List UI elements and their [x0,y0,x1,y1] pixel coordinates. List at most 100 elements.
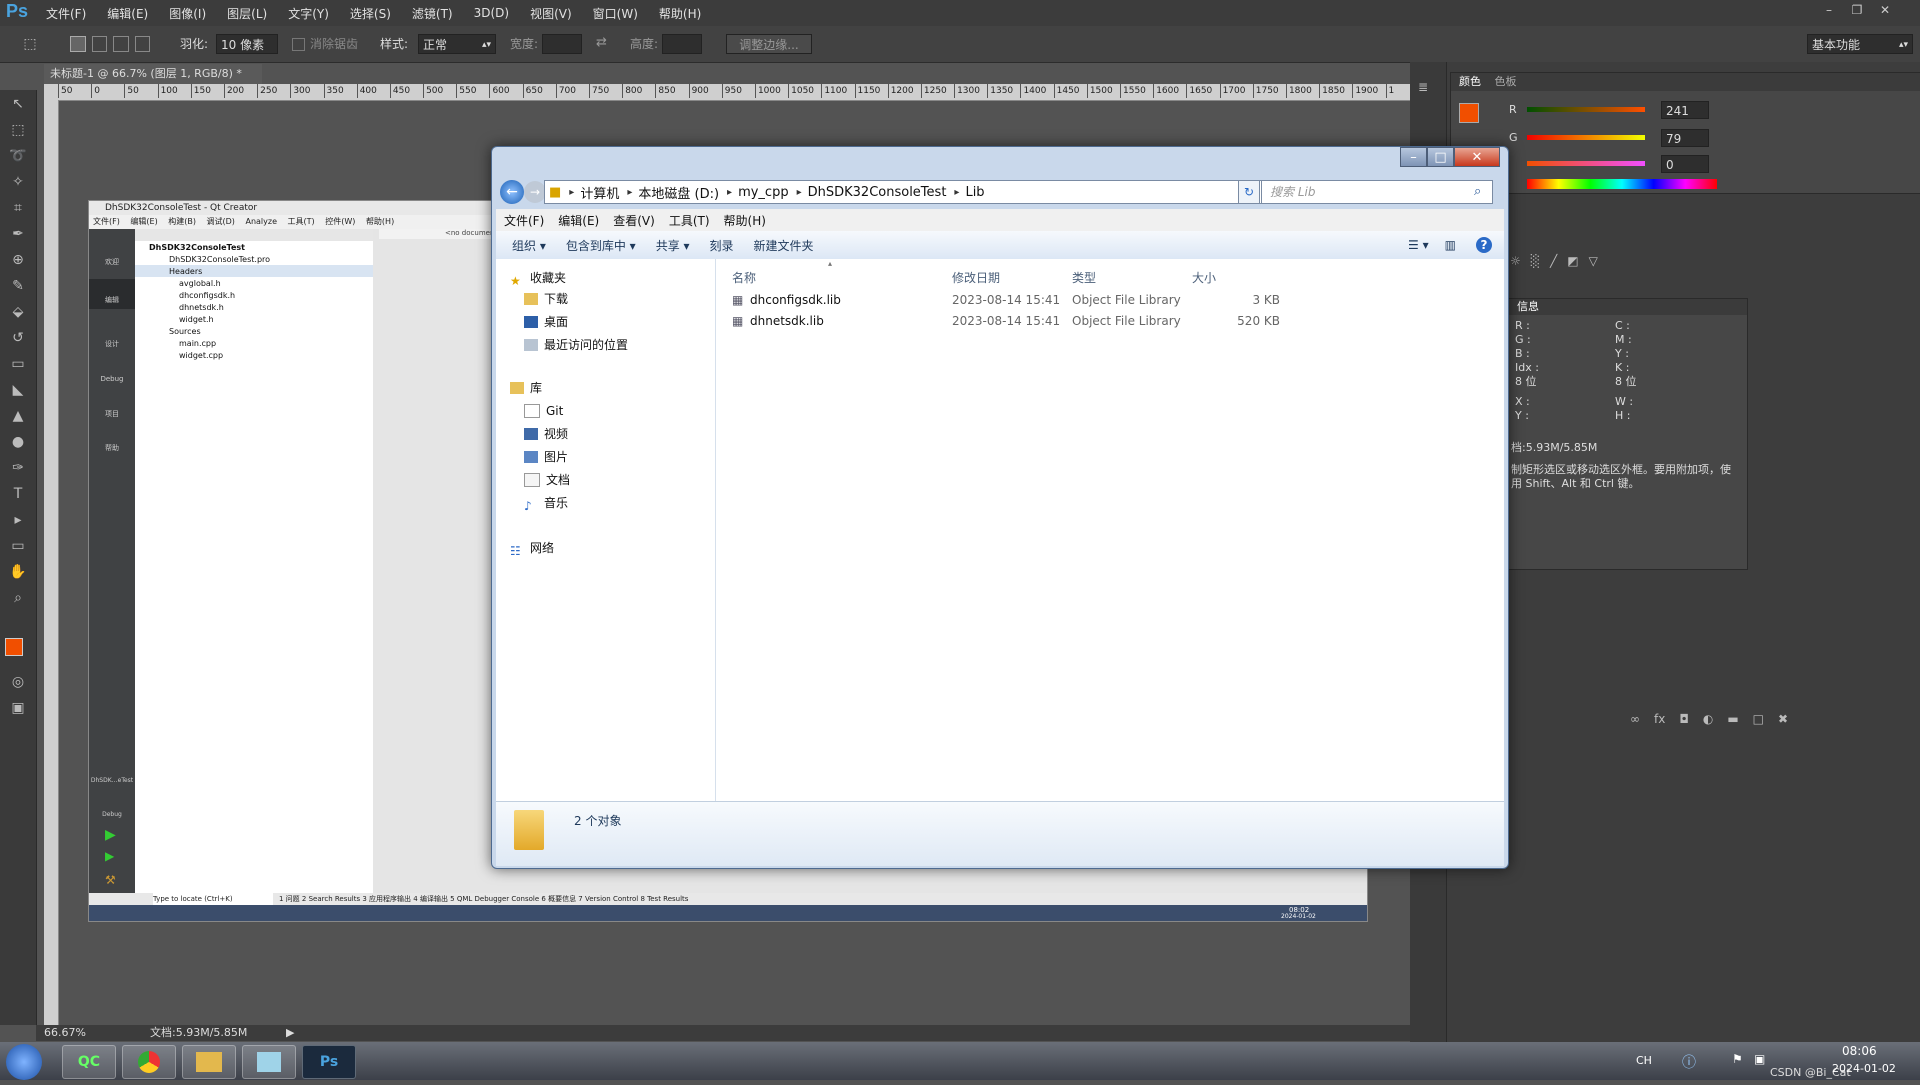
antialias-checkbox[interactable] [292,38,305,51]
g-slider[interactable] [1527,135,1645,140]
style-select[interactable]: 正常 ▴▾ [418,34,496,54]
flag-tray-icon[interactable]: ⚑ [1732,1052,1743,1066]
eyedropper-tool-icon[interactable]: ✒ [8,224,28,244]
include-in-library-button[interactable]: 包含到库中 ▾ [566,237,636,254]
eraser-tool-icon[interactable]: ▭ [8,354,28,374]
levels-icon[interactable]: ░ [1531,254,1540,274]
clock-date[interactable]: 2024-01-02 [1832,1062,1896,1075]
menu-image[interactable]: 图像(I) [169,5,206,22]
menu-help[interactable]: 帮助(H) [659,5,701,22]
menu-type[interactable]: 文字(Y) [288,5,329,22]
help-icon[interactable]: ? [1476,237,1492,253]
input-language[interactable]: CH [1636,1054,1652,1067]
status-arrow-icon[interactable]: ▶ [286,1025,294,1041]
taskbar-qtcreator[interactable]: QC [62,1045,116,1079]
adjustment-layer-icon[interactable]: ◐ [1703,712,1713,728]
nav-recent[interactable]: 最近访问的位置 [524,336,628,354]
swap-icon[interactable]: ⇄ [596,35,607,50]
nav-git[interactable]: Git [524,402,563,420]
tab-swatches[interactable]: 色板 [1495,75,1517,88]
maximize-icon[interactable]: □ [1427,147,1454,167]
workspace-select[interactable]: 基本功能 ▴▾ [1807,34,1913,54]
foreground-color-swatch[interactable] [5,638,23,656]
stamp-tool-icon[interactable]: ⬙ [8,302,28,322]
menu-layer[interactable]: 图层(L) [227,5,267,22]
hand-tool-icon[interactable]: ✋ [8,562,28,582]
menu-view[interactable]: 视图(V) [530,5,572,22]
menu-file[interactable]: 文件(F) [504,212,544,229]
brightness-icon[interactable]: ☼ [1510,254,1521,274]
taskbar-explorer[interactable] [182,1045,236,1079]
zoom-tool-icon[interactable]: ⌕ [8,588,28,608]
taskbar-app[interactable] [242,1045,296,1079]
menu-3d[interactable]: 3D(D) [474,6,509,20]
b-slider[interactable] [1527,161,1645,166]
subtract-selection-icon[interactable] [113,36,129,52]
intersect-selection-icon[interactable] [134,36,150,52]
breadcrumb-my-cpp[interactable]: my_cpp [738,185,789,200]
history-brush-tool-icon[interactable]: ↺ [8,328,28,348]
column-type[interactable]: 类型 [1072,269,1096,286]
nav-libraries[interactable]: 库 [510,379,542,397]
menu-help[interactable]: 帮助(H) [724,212,766,229]
table-row[interactable]: ▦ dhnetsdk.lib 2023-08-14 15:41 Object F… [724,312,1324,332]
address-bar[interactable]: ■ ▸ 计算机 ▸ 本地磁盘 (D:) ▸ my_cpp ▸ DhSDK32Co… [544,180,1263,204]
network-tray-icon[interactable]: ▣ [1754,1052,1765,1066]
column-size[interactable]: 大小 [1192,269,1216,286]
start-button[interactable] [6,1044,42,1080]
close-icon[interactable]: ✕ [1454,147,1500,167]
blur-tool-icon[interactable]: ▲ [8,406,28,426]
g-input[interactable]: 79 [1661,129,1709,147]
organize-button[interactable]: 组织 ▾ [512,237,546,254]
new-layer-icon[interactable]: □ [1753,712,1764,728]
column-date[interactable]: 修改日期 [952,269,1000,286]
document-tab[interactable]: 未标题-1 @ 66.7% (图层 1, RGB/8) * ✕ [44,64,262,100]
menu-edit[interactable]: 编辑(E) [107,5,148,22]
menu-select[interactable]: 选择(S) [350,5,391,22]
table-row[interactable]: ▦ dhconfigsdk.lib 2023-08-14 15:41 Objec… [724,291,1324,311]
column-name[interactable]: 名称 [732,269,756,286]
preview-pane-icon[interactable]: ▥ [1445,238,1456,252]
minimize-icon[interactable]: – [1400,147,1427,167]
trash-icon[interactable]: ✖ [1778,712,1788,728]
search-icon[interactable]: ⌕ [1474,184,1481,199]
r-slider[interactable] [1527,107,1645,112]
taskbar-chrome[interactable] [122,1045,176,1079]
marquee-tool-icon[interactable]: ⬚ [8,120,28,140]
r-input[interactable]: 241 [1661,101,1709,119]
lasso-tool-icon[interactable]: ➰ [8,146,28,166]
refine-edge-button[interactable]: 调整边缘... [726,34,812,54]
breadcrumb-lib[interactable]: Lib [965,185,984,200]
gradient-map-icon[interactable]: ▽ [1589,254,1598,274]
menu-file[interactable]: 文件(F) [46,5,86,22]
feather-input[interactable]: 10 像素 [216,34,278,54]
screen-mode-icon[interactable]: ▣ [8,698,28,718]
layer-style-icon[interactable]: fx [1654,712,1665,728]
move-tool-icon[interactable]: ↖ [8,94,28,114]
history-panel-icon[interactable]: ≣ [1418,80,1428,94]
dodge-tool-icon[interactable]: ● [8,432,28,452]
bucket-tool-icon[interactable]: ◣ [8,380,28,400]
nav-pictures[interactable]: 图片 [524,448,568,466]
marquee-preset-icon[interactable]: ⬚ [20,34,40,54]
forward-button[interactable]: → [524,181,546,203]
back-button[interactable]: ← [500,180,524,204]
breadcrumb-project[interactable]: DhSDK32ConsoleTest [808,185,947,200]
share-button[interactable]: 共享 ▾ [656,237,690,254]
shape-tool-icon[interactable]: ▭ [8,536,28,556]
menu-filter[interactable]: 滤镜(T) [412,5,453,22]
crop-tool-icon[interactable]: ⌗ [8,198,28,218]
menu-tools[interactable]: 工具(T) [669,212,710,229]
nav-desktop[interactable]: 桌面 [524,313,568,331]
search-input[interactable]: 搜索 Lib [1261,180,1493,204]
nav-videos[interactable]: 视频 [524,425,568,443]
breadcrumb-computer[interactable]: 计算机 [580,183,619,202]
magic-wand-tool-icon[interactable]: ✧ [8,172,28,192]
view-options-icon[interactable]: ☰ ▾ [1408,238,1429,252]
nav-music[interactable]: ♪ 音乐 [524,494,568,513]
healing-tool-icon[interactable]: ⊕ [8,250,28,270]
pen-tool-icon[interactable]: ✑ [8,458,28,478]
help-tray-icon[interactable]: ⓘ [1682,1052,1696,1072]
new-selection-icon[interactable] [70,36,86,52]
nav-favorites[interactable]: ★ 收藏夹 [510,269,566,288]
